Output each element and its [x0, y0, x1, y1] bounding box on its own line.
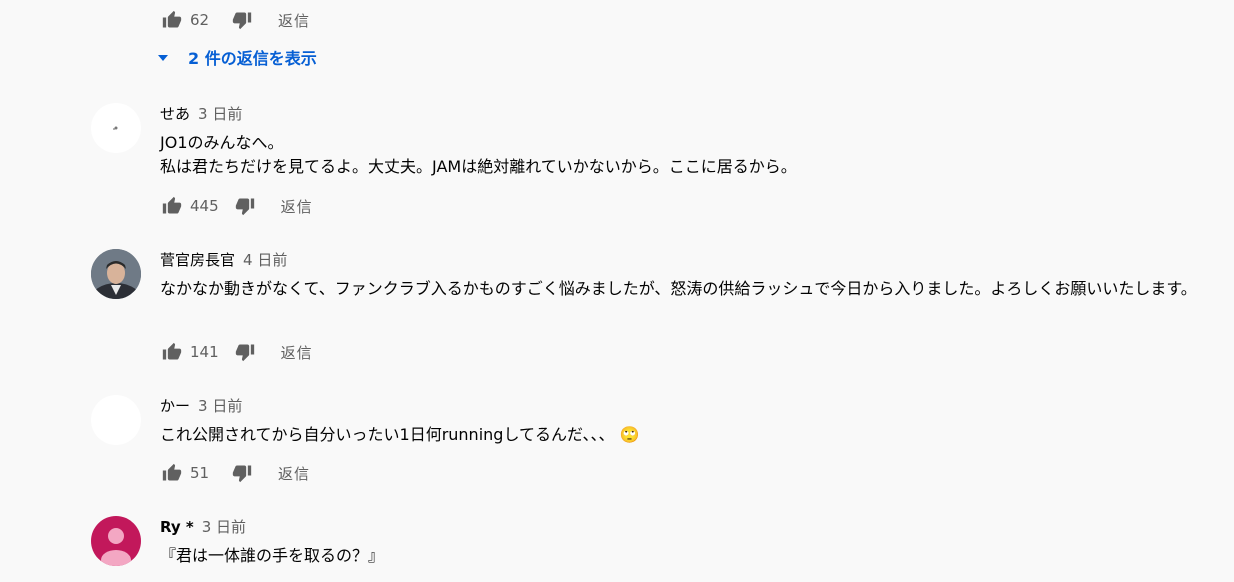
comment-text: 『君は一体誰の手を取るの？』 [160, 546, 385, 565]
like-count: 62 [190, 11, 210, 29]
avatar-image [91, 249, 141, 299]
dislike-button[interactable] [230, 8, 254, 32]
comment-text-body: これ公開されてから自分いったい1日何runningしてるんだ、、、 [160, 425, 615, 444]
thumb-down-icon [235, 196, 255, 216]
author-name[interactable]: かー [160, 395, 190, 416]
thumb-down-icon [232, 463, 252, 483]
comment-actions: 445 返信 [160, 194, 313, 218]
comment-time[interactable]: 4 日前 [243, 249, 287, 270]
reply-button[interactable]: 返信 [281, 196, 313, 217]
reply-button[interactable]: 返信 [281, 342, 313, 363]
dislike-button[interactable] [233, 194, 257, 218]
comment-time[interactable]: 3 日前 [198, 395, 242, 416]
dislike-button[interactable] [233, 340, 257, 364]
comment-header: かー 3 日前 [160, 395, 242, 416]
show-replies-label: 2 件の返信を表示 [188, 49, 317, 68]
comment-actions: 51 返信 [160, 461, 310, 485]
like-button[interactable] [160, 340, 184, 364]
like-count: 445 [190, 197, 219, 215]
thumb-up-icon [162, 196, 182, 216]
avatar[interactable] [91, 249, 141, 299]
thumb-up-icon [162, 10, 182, 30]
like-button[interactable] [160, 8, 184, 32]
comment-text: なかなか動きがなくて、ファンクラブ入るかものすごく悩みましたが、怒涛の供給ラッシ… [160, 279, 1197, 298]
thumb-down-icon [232, 10, 252, 30]
comment-header: Ry * 3 日前 [160, 516, 246, 537]
comment-time[interactable]: 3 日前 [198, 103, 242, 124]
comment-time[interactable]: 3 日前 [202, 516, 246, 537]
comment-actions: 62 返信 [160, 8, 310, 32]
default-avatar-icon [101, 528, 131, 566]
like-button[interactable] [160, 194, 184, 218]
thumb-down-icon [235, 342, 255, 362]
avatar[interactable] [91, 516, 141, 566]
author-name[interactable]: Ry * [160, 518, 194, 536]
avatar-image [113, 126, 118, 130]
comment-header: せあ 3 日前 [160, 103, 242, 124]
comment-text: JO1のみんなへ。 私は君たちだけを見てるよ。大丈夫。JAMは絶対離れていかない… [160, 133, 797, 176]
reply-button[interactable]: 返信 [278, 10, 310, 31]
comment-text: これ公開されてから自分いったい1日何runningしてるんだ、、、 🙄 [160, 423, 1220, 447]
rolling-eyes-emoji: 🙄 [619, 425, 640, 444]
show-replies-button[interactable]: 2 件の返信を表示 [158, 44, 317, 70]
caret-down-icon [158, 55, 168, 61]
reply-button[interactable]: 返信 [278, 463, 310, 484]
author-name[interactable]: せあ [160, 103, 190, 124]
like-count: 141 [190, 343, 219, 361]
avatar[interactable] [91, 395, 141, 445]
avatar[interactable] [91, 103, 141, 153]
thumb-up-icon [162, 342, 182, 362]
comment-header: 菅官房長官 4 日前 [160, 249, 287, 270]
dislike-button[interactable] [230, 461, 254, 485]
comment-actions: 141 返信 [160, 340, 313, 364]
author-name[interactable]: 菅官房長官 [160, 249, 235, 270]
like-button[interactable] [160, 461, 184, 485]
thumb-up-icon [162, 463, 182, 483]
like-count: 51 [190, 464, 210, 482]
